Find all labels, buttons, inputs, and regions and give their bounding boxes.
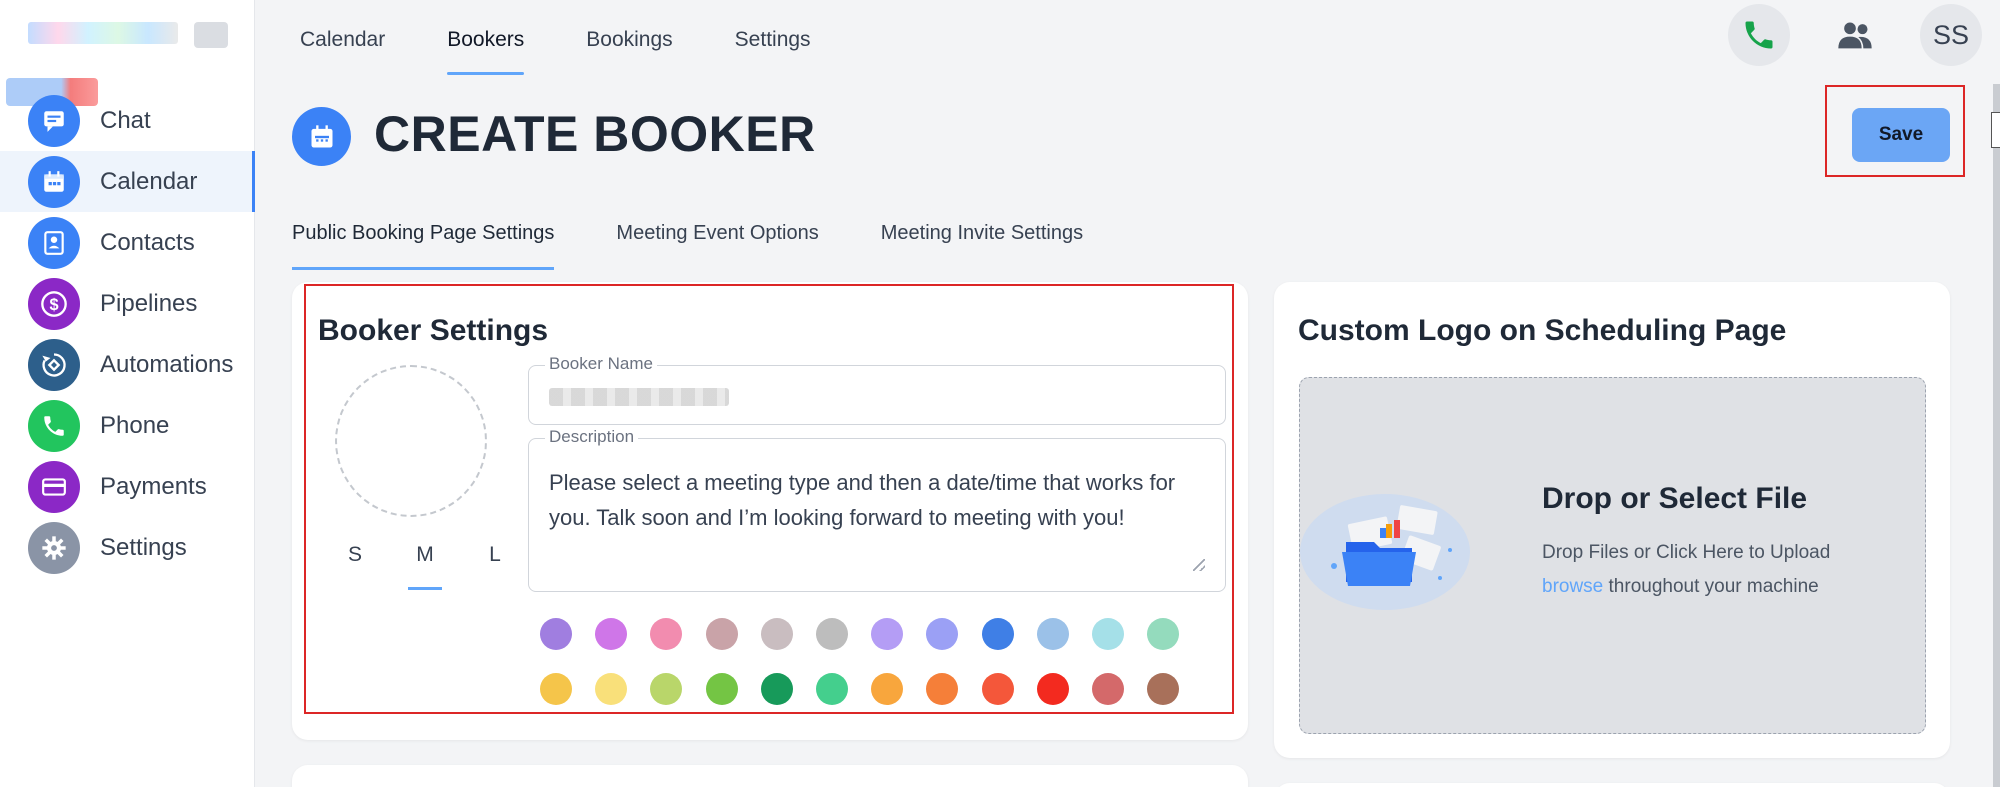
description-value: Please select a meeting type and then a …: [549, 470, 1182, 530]
phone-button[interactable]: [1728, 4, 1790, 66]
tab-bookings[interactable]: Bookings: [586, 0, 672, 78]
color-swatch[interactable]: [760, 618, 793, 650]
size-option-s[interactable]: S: [320, 540, 390, 590]
color-swatch[interactable]: [871, 673, 904, 705]
sidebar-item-chat[interactable]: Chat: [0, 90, 255, 151]
booker-name-value-redacted: [549, 388, 729, 406]
color-swatch[interactable]: [1091, 618, 1124, 650]
calendar-icon: [28, 155, 80, 208]
tab-meeting-invite-settings[interactable]: Meeting Invite Settings: [881, 200, 1083, 270]
color-swatch[interactable]: [871, 618, 904, 650]
sidebar-item-calendar[interactable]: Calendar: [0, 151, 255, 212]
users-icon: [1838, 22, 1872, 49]
color-swatch[interactable]: [650, 618, 683, 650]
drop-instructions: Drop Files or Click Here to Upload brows…: [1542, 536, 1882, 604]
avatar-size-selector: S M L: [320, 540, 530, 590]
size-option-m[interactable]: M: [390, 540, 460, 590]
color-swatch[interactable]: [1147, 618, 1180, 650]
avatar-initials: SS: [1932, 19, 1970, 50]
tab-calendar[interactable]: Calendar: [300, 0, 385, 78]
color-swatch[interactable]: [760, 673, 793, 705]
sidebar-item-label: Phone: [100, 411, 170, 439]
sidebar-item-label: Pipelines: [100, 289, 198, 317]
svg-text:$: $: [49, 295, 58, 313]
size-option-l[interactable]: L: [460, 540, 530, 590]
dollar-icon: $: [28, 277, 80, 330]
color-swatch[interactable]: [1147, 673, 1180, 705]
sidebar-item-settings[interactable]: Settings: [0, 517, 255, 578]
color-swatch[interactable]: [926, 618, 959, 650]
sidebar-nav: Chat Calendar Contacts $ Pipelines Autom…: [0, 90, 255, 578]
sidebar-item-automations[interactable]: Automations: [0, 334, 255, 395]
sidebar-item-label: Automations: [100, 350, 234, 378]
booker-name-label: Booker Name: [545, 354, 657, 374]
phone-icon: [1745, 21, 1773, 49]
phone-icon: [28, 399, 80, 452]
booker-avatar-upload[interactable]: [335, 365, 487, 517]
scrollbar-thumb[interactable]: [1991, 112, 2000, 148]
sidebar-item-label: Settings: [100, 533, 187, 561]
sidebar-item-contacts[interactable]: Contacts: [0, 212, 255, 273]
resize-handle[interactable]: [1193, 559, 1205, 571]
calendar-icon: [292, 107, 351, 166]
user-avatar-button[interactable]: SS: [1920, 4, 1982, 66]
page-title: CREATE BOOKER: [374, 106, 816, 162]
sidebar: Chat Calendar Contacts $ Pipelines Autom…: [0, 0, 255, 787]
color-swatch[interactable]: [705, 673, 738, 705]
sidebar-item-payments[interactable]: Payments: [0, 456, 255, 517]
color-swatch[interactable]: [650, 673, 683, 705]
color-swatch[interactable]: [540, 618, 572, 650]
contacts-icon: [28, 216, 80, 269]
color-swatch[interactable]: [1036, 673, 1069, 705]
color-swatch[interactable]: [815, 618, 848, 650]
description-field[interactable]: Description Please select a meeting type…: [528, 427, 1226, 592]
sidebar-item-label: Calendar: [100, 167, 198, 195]
sidebar-item-phone[interactable]: Phone: [0, 395, 255, 456]
logo-badge: [194, 22, 228, 48]
booker-settings-heading: Booker Settings: [318, 314, 549, 347]
top-actions: SS: [1728, 4, 1982, 66]
custom-logo-heading: Custom Logo on Scheduling Page: [1298, 314, 1787, 347]
sidebar-item-label: Contacts: [100, 228, 195, 256]
sidebar-item-pipelines[interactable]: $ Pipelines: [0, 273, 255, 334]
lower-card-right: [1274, 783, 1950, 787]
color-swatch[interactable]: [595, 673, 628, 705]
scrollbar[interactable]: [1993, 84, 2000, 787]
chat-icon: [28, 94, 80, 147]
sidebar-item-label: Payments: [100, 472, 207, 500]
automations-icon: [28, 338, 80, 391]
logo-dropzone[interactable]: Drop or Select File Drop Files or Click …: [1299, 377, 1926, 734]
color-swatch[interactable]: [1036, 618, 1069, 650]
description-label: Description: [545, 427, 639, 447]
top-nav: Calendar Bookers Bookings Settings: [300, 0, 873, 78]
tab-meeting-event-options[interactable]: Meeting Event Options: [616, 200, 818, 270]
color-swatch[interactable]: [540, 673, 572, 705]
drop-text-end: throughout your machine: [1603, 576, 1819, 597]
booker-name-field[interactable]: Booker Name: [528, 354, 1226, 425]
save-button[interactable]: Save: [1852, 108, 1950, 162]
color-swatch[interactable]: [926, 673, 959, 705]
gear-icon: [28, 521, 80, 574]
color-swatch[interactable]: [705, 618, 738, 650]
color-palette: [540, 618, 1220, 705]
tab-bookers[interactable]: Bookers: [447, 0, 525, 78]
color-swatch[interactable]: [981, 618, 1014, 650]
team-button[interactable]: [1824, 4, 1886, 66]
sidebar-item-label: Chat: [100, 106, 151, 134]
drop-title: Drop or Select File: [1542, 482, 1808, 515]
company-logo: [28, 22, 178, 44]
color-swatch[interactable]: [595, 618, 628, 650]
upload-folder-illustration: [1300, 494, 1470, 610]
tab-public-booking-page-settings[interactable]: Public Booking Page Settings: [292, 200, 555, 270]
color-swatch[interactable]: [1091, 673, 1124, 705]
drop-text-start: Drop Files or Click Here to Upload: [1542, 542, 1831, 563]
color-swatch[interactable]: [815, 673, 848, 705]
lower-card-left: [292, 765, 1248, 787]
card-icon: [28, 460, 80, 513]
color-swatch[interactable]: [981, 673, 1014, 705]
browse-link[interactable]: browse: [1542, 576, 1603, 597]
tab-settings[interactable]: Settings: [735, 0, 811, 78]
settings-tabs: Public Booking Page Settings Meeting Eve…: [292, 200, 1145, 270]
